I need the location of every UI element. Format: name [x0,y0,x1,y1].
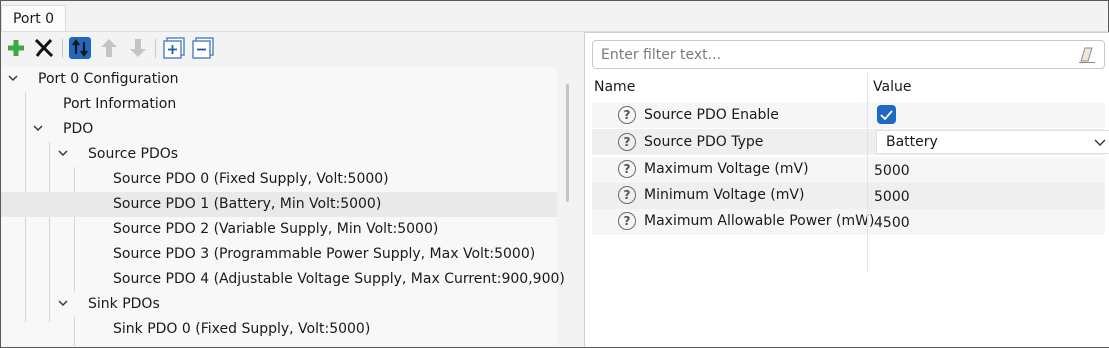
tree-item-label: Source PDO 0 (Fixed Supply, Volt:5000) [113,171,389,187]
property-row-maximum-allowable-power[interactable]: ? Maximum Allowable Power (mW) 4500 [592,209,1105,235]
tree-item-label: Source PDO 1 (Battery, Min Volt:5000) [113,196,382,212]
tree-item-sink-pdo-0[interactable]: Sink PDO 0 (Fixed Supply, Volt:5000) [1,317,557,342]
move-up-icon[interactable] [98,37,120,59]
help-icon[interactable]: ? [618,160,636,178]
property-name: Source PDO Enable [644,107,779,123]
help-icon[interactable]: ? [618,133,636,151]
expand-all-icon[interactable] [163,37,185,59]
column-header-value[interactable]: Value [873,79,911,95]
chevron-down-icon[interactable] [6,71,20,85]
add-icon[interactable] [5,37,27,59]
tree-item-label: Source PDO 2 (Variable Supply, Min Volt:… [113,221,439,237]
collapse-all-icon[interactable] [192,37,214,59]
tree-item-label: Source PDOs [88,146,179,162]
tab-port-0[interactable]: Port 0 [1,5,66,32]
property-name: Minimum Voltage (mV) [644,187,805,203]
column-separator[interactable] [867,73,868,273]
dropdown-value: Battery [886,134,938,150]
maximum-allowable-power-value[interactable]: 4500 [874,215,910,231]
tree-item-source-pdo-2[interactable]: Source PDO 2 (Variable Supply, Min Volt:… [1,217,557,242]
checkmark-icon [880,109,893,120]
properties-panel: Name Value ? Source PDO Enable ? Source … [584,32,1109,347]
tree-item-source-pdo-4[interactable]: Source PDO 4 (Adjustable Voltage Supply,… [1,267,565,292]
maximum-voltage-value[interactable]: 5000 [874,163,910,179]
tree-item-label: Port 0 Configuration [38,71,179,87]
clear-filter-icon[interactable] [1078,46,1096,64]
property-row-maximum-voltage[interactable]: ? Maximum Voltage (mV) 5000 [592,157,1105,183]
tree-scrollbar[interactable] [566,84,569,202]
tree-item-label: Sink PDOs [88,296,160,312]
source-pdo-type-dropdown[interactable]: Battery [876,130,1109,154]
tab-label: Port 0 [12,11,55,27]
chevron-down-icon [1094,139,1106,146]
tree-item-sink-pdos[interactable]: Sink PDOs [1,292,557,317]
chevron-down-icon[interactable] [31,121,45,135]
chevron-down-icon[interactable] [56,296,70,310]
delete-icon[interactable] [33,37,55,59]
source-pdo-enable-checkbox[interactable] [877,105,896,124]
property-row-source-pdo-type[interactable]: ? Source PDO Type Battery [592,129,1109,155]
tree-item-label: Sink PDO 0 (Fixed Supply, Volt:5000) [113,321,371,337]
property-row-minimum-voltage[interactable]: ? Minimum Voltage (mV) 5000 [592,183,1105,209]
property-name: Maximum Allowable Power (mW) [644,213,875,229]
tree-item-port-0-configuration[interactable]: Port 0 Configuration [1,67,557,92]
column-header-name[interactable]: Name [594,79,635,95]
tree-item-port-information[interactable]: Port Information [1,92,557,117]
move-down-icon[interactable] [127,37,149,59]
sort-icon[interactable] [69,37,91,59]
filter-input[interactable] [601,45,1071,64]
tree-item-source-pdo-1[interactable]: Source PDO 1 (Battery, Min Volt:5000) [1,192,557,217]
toolbar-separator [62,39,63,58]
filter-box [592,40,1105,69]
configuration-tree[interactable]: Port 0 Configuration Port Information PD… [1,67,565,346]
property-name: Source PDO Type [644,134,764,150]
minimum-voltage-value[interactable]: 5000 [874,189,910,205]
tree-item-source-pdos[interactable]: Source PDOs [1,142,557,167]
tree-item-pdo[interactable]: PDO [1,117,557,142]
tree-item-label: Source PDO 4 (Adjustable Voltage Supply,… [113,271,565,287]
tree-item-source-pdo-3[interactable]: Source PDO 3 (Programmable Power Supply,… [1,242,557,267]
property-name: Maximum Voltage (mV) [644,161,809,177]
help-icon[interactable]: ? [618,106,636,124]
tree-item-label: Port Information [63,96,177,112]
tree-item-label: Source PDO 3 (Programmable Power Supply,… [113,246,536,262]
help-icon[interactable]: ? [618,186,636,204]
toolbar-separator [155,39,156,58]
help-icon[interactable]: ? [618,212,636,230]
tree-item-source-pdo-0[interactable]: Source PDO 0 (Fixed Supply, Volt:5000) [1,167,557,192]
chevron-down-icon[interactable] [56,146,70,160]
tree-item-label: PDO [63,121,94,137]
property-row-source-pdo-enable[interactable]: ? Source PDO Enable [592,102,1105,128]
